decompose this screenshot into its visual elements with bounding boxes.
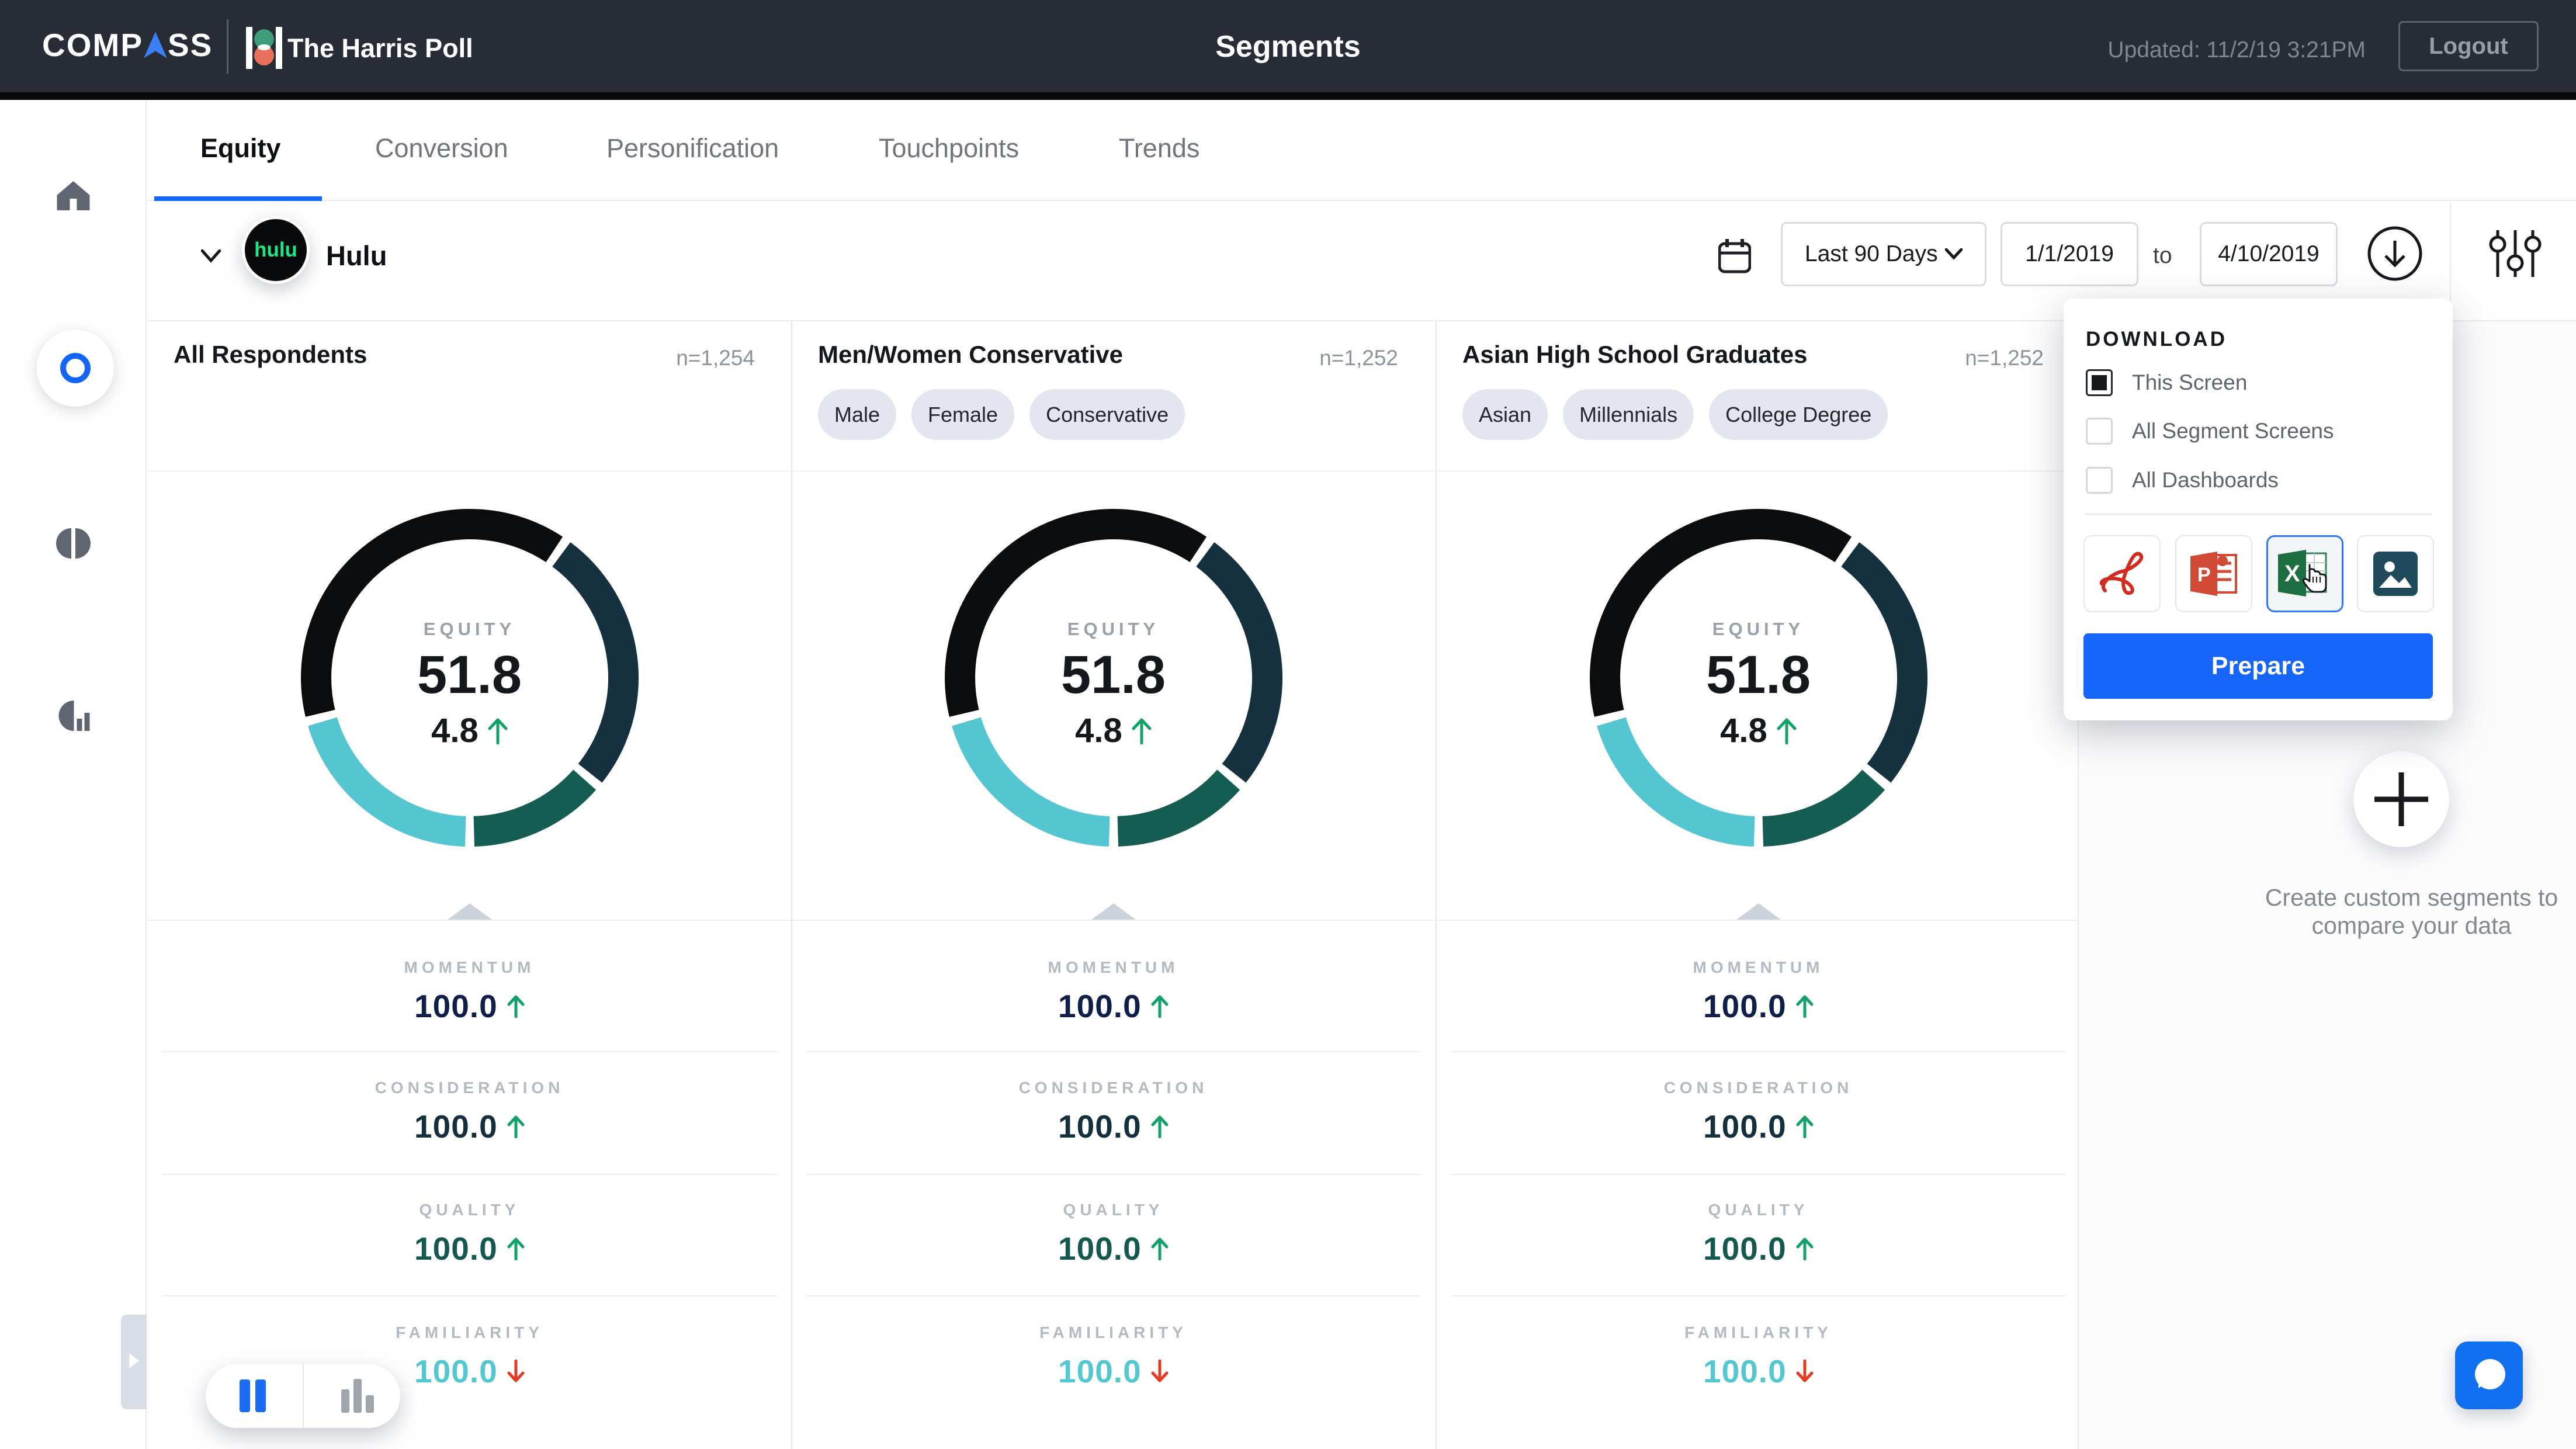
svg-text:P: P <box>2197 564 2211 586</box>
svg-text:X: X <box>2284 561 2300 587</box>
